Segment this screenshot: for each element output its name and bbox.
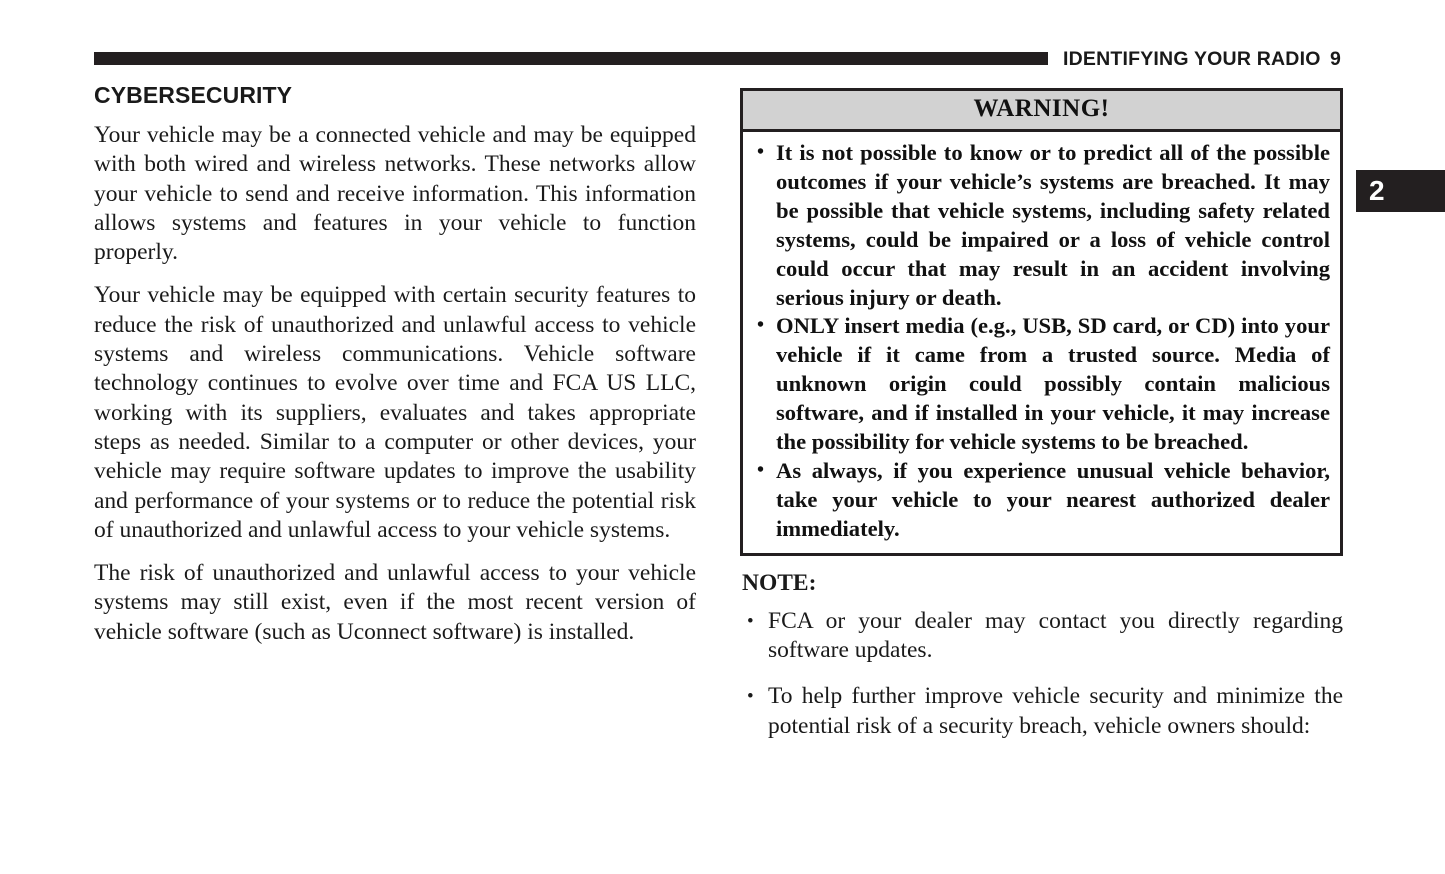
- note-list: • FCA or your dealer may contact you dir…: [740, 607, 1343, 741]
- warning-item-text: It is not possible to know or to predict…: [776, 140, 1330, 310]
- warning-box: WARNING! • It is not possible to know or…: [740, 88, 1343, 556]
- warning-list-item: • As always, if you experience unusual v…: [751, 457, 1330, 544]
- manual-page: IDENTIFYING YOUR RADIO 9 2 CYBERSECURITY…: [0, 0, 1445, 874]
- warning-item-text: As always, if you experience unusual veh…: [776, 457, 1330, 541]
- left-column: CYBERSECURITY Your vehicle may be a conn…: [94, 82, 696, 647]
- header-rule: [94, 52, 1048, 65]
- note-item-text: To help further improve vehicle security…: [768, 683, 1343, 739]
- bullet-icon: •: [757, 458, 765, 481]
- chapter-tab-number: 2: [1369, 175, 1385, 206]
- body-paragraph: Your vehicle may be equipped with certai…: [94, 282, 696, 543]
- body-paragraph: The risk of unauthorized and unlawful ac…: [94, 560, 696, 645]
- warning-list-item: • ONLY insert media (e.g., USB, SD card,…: [751, 312, 1330, 457]
- page-number: 9: [1330, 48, 1341, 70]
- note-list-item: • To help further improve vehicle securi…: [740, 682, 1343, 741]
- note-list-item: • FCA or your dealer may contact you dir…: [740, 607, 1343, 666]
- right-column: WARNING! • It is not possible to know or…: [740, 88, 1343, 741]
- warning-list: • It is not possible to know or to predi…: [751, 139, 1330, 544]
- warning-title: WARNING!: [743, 91, 1340, 132]
- bullet-icon: •: [757, 141, 765, 163]
- bullet-icon: •: [747, 686, 754, 708]
- warning-list-item: • It is not possible to know or to predi…: [751, 139, 1330, 312]
- warning-body: • It is not possible to know or to predi…: [743, 132, 1340, 553]
- bullet-icon: •: [757, 314, 765, 337]
- body-paragraph: Your vehicle may be a connected vehicle …: [94, 122, 696, 266]
- bullet-icon: •: [747, 610, 754, 632]
- note-heading: NOTE:: [742, 569, 817, 596]
- chapter-tab: 2: [1356, 170, 1445, 212]
- running-header-title: IDENTIFYING YOUR RADIO: [1063, 48, 1321, 70]
- note-item-text: FCA or your dealer may contact you direc…: [768, 607, 1343, 663]
- warning-item-text: ONLY insert media (e.g., USB, SD card, o…: [776, 313, 1330, 455]
- section-heading-cybersecurity: CYBERSECURITY: [94, 82, 293, 108]
